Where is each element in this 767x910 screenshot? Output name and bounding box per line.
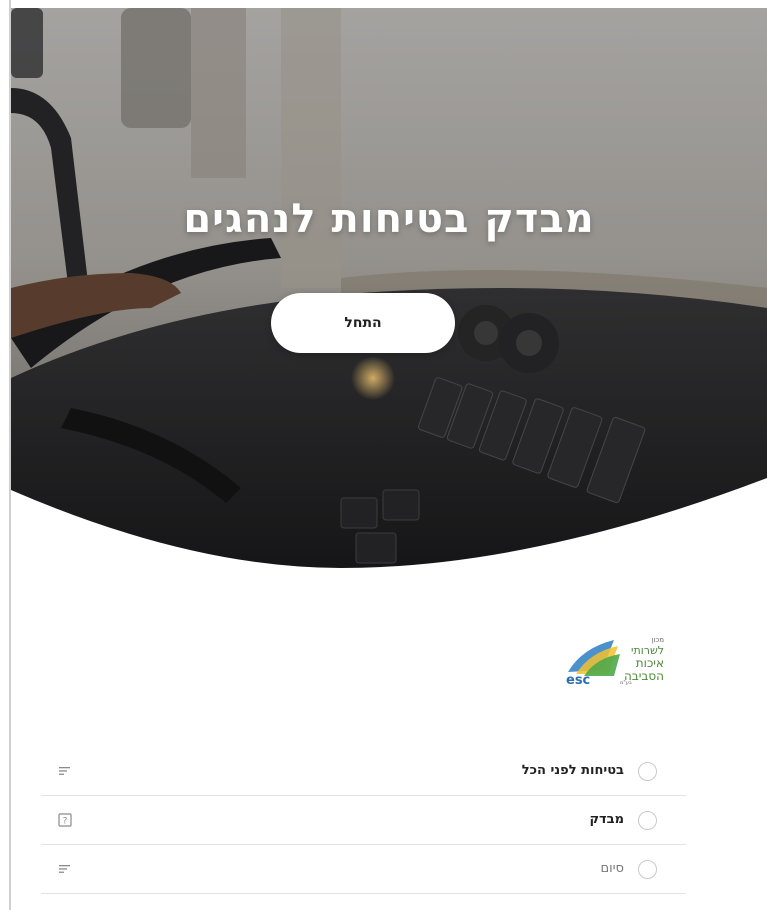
- hero-title: מבדק בטיחות לנהגים: [183, 196, 595, 242]
- esc-logo: esc מכון לשרותי איכות הסביבה בע"מ: [562, 630, 672, 690]
- esc-logo-mark: esc מכון לשרותי איכות הסביבה בע"מ: [566, 636, 665, 688]
- step-finish[interactable]: סיום: [41, 845, 686, 894]
- logo-suffix: בע"מ: [620, 680, 632, 686]
- steps-list: בטיחות לפני הכל מבדק ? סיום: [41, 747, 686, 894]
- page: מבדק בטיחות לנהגים התחל esc מכון לשרותי …: [0, 0, 767, 910]
- step-radio[interactable]: [638, 860, 657, 879]
- question-box-icon: ?: [58, 813, 72, 827]
- step-label: מבדק: [589, 812, 624, 827]
- logo-mark-text: esc: [566, 673, 590, 688]
- lines-icon: [59, 865, 70, 873]
- logo-line2: איכות: [636, 656, 664, 670]
- lines-icon: [59, 767, 70, 775]
- step-radio[interactable]: [638, 811, 657, 830]
- svg-text:?: ?: [63, 817, 68, 827]
- step-label: בטיחות לפני הכל: [521, 763, 624, 778]
- start-button[interactable]: התחל: [271, 293, 455, 353]
- logo-small-text: מכון: [652, 636, 665, 644]
- step-label: סיום: [600, 861, 624, 876]
- hero-banner: מבדק בטיחות לנהגים התחל: [11, 8, 767, 578]
- step-radio[interactable]: [638, 762, 657, 781]
- step-safety-first[interactable]: בטיחות לפני הכל: [41, 747, 686, 796]
- step-test[interactable]: מבדק ?: [41, 796, 686, 845]
